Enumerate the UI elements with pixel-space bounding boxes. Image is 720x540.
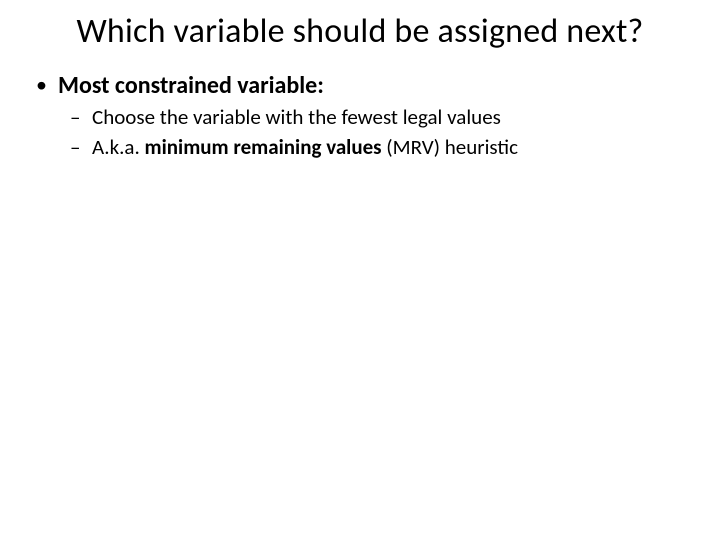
bullet-text: Most constrained variable: xyxy=(58,71,324,100)
bullet-text: Choose the variable with the fewest lega… xyxy=(92,104,501,130)
list-item: Most constrained variable: Choose the va… xyxy=(58,71,690,162)
bullet-list-level1: Most constrained variable: Choose the va… xyxy=(30,71,690,162)
list-item: Choose the variable with the fewest lega… xyxy=(92,103,690,131)
bullet-list-level2: Choose the variable with the fewest lega… xyxy=(58,103,690,162)
bullet-text-prefix: A.k.a. xyxy=(92,134,145,160)
slide-title: Which variable should be assigned next? xyxy=(30,12,690,53)
slide: Which variable should be assigned next? … xyxy=(0,0,720,540)
bullet-text-bold: minimum remaining values xyxy=(145,134,382,160)
bullet-text-suffix: (MRV) heuristic xyxy=(382,134,518,160)
list-item: A.k.a. minimum remaining values (MRV) he… xyxy=(92,133,690,161)
